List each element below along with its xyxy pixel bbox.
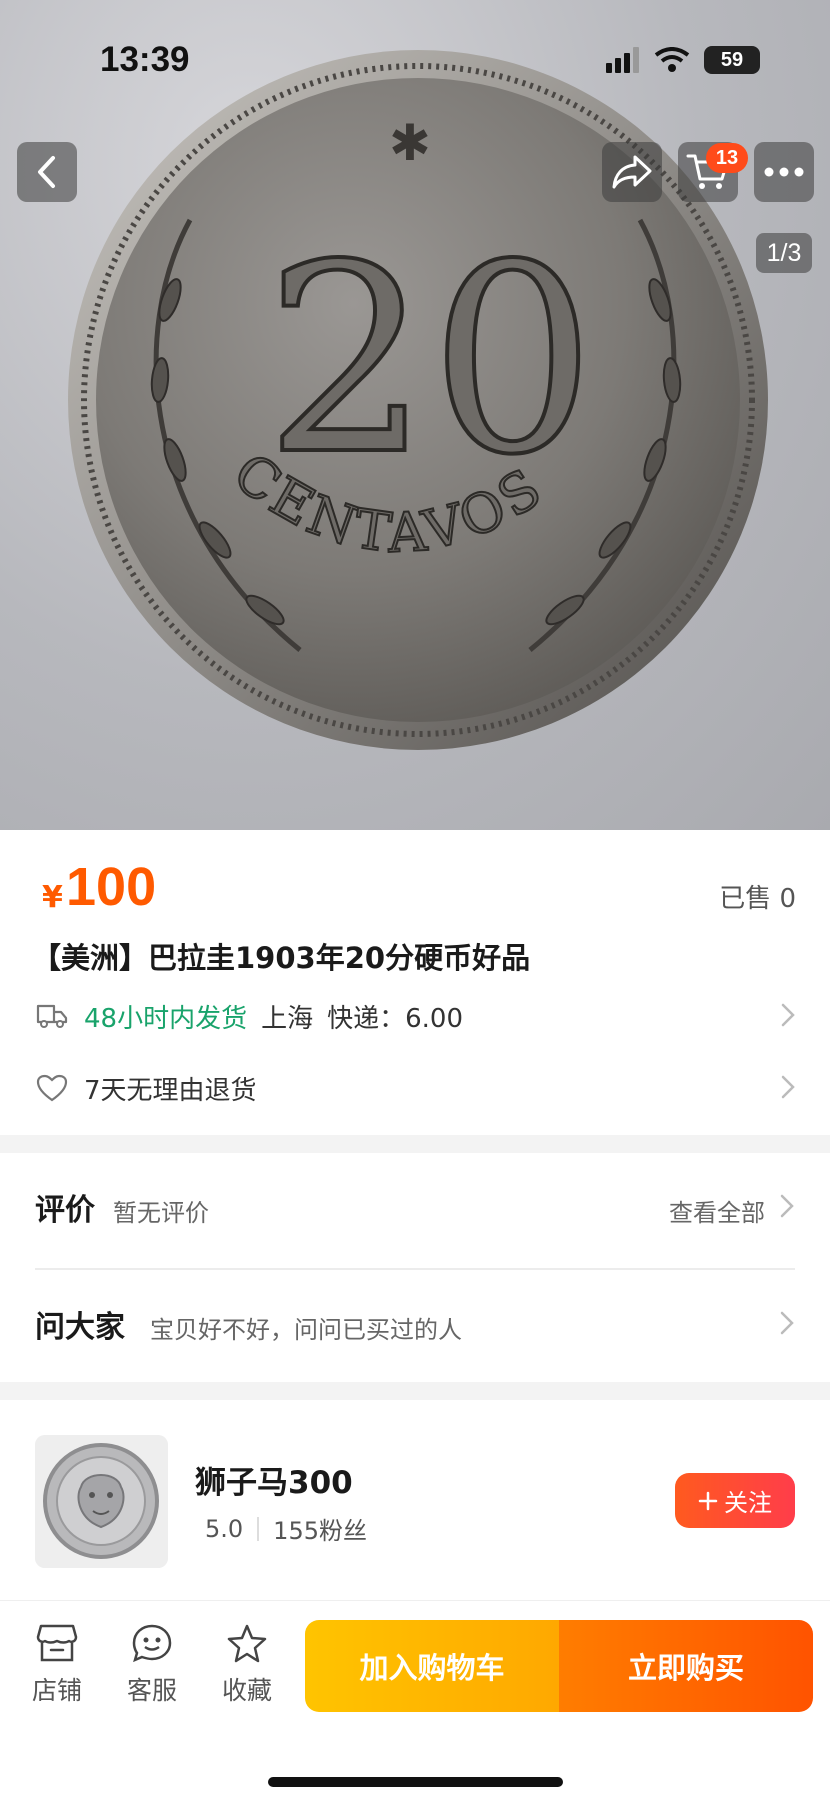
follow-label: 关注: [724, 1490, 772, 1517]
chevron-right-icon: [781, 1075, 795, 1099]
section-divider: [0, 1135, 830, 1153]
favorite-label: 收藏: [221, 1676, 272, 1705]
shipping-time: 48小时内发货: [84, 1003, 248, 1034]
star-icon: [227, 1624, 267, 1663]
share-icon: [612, 155, 652, 189]
bottom-action-bar: 店铺 客服 收藏 加入购物车 立即购买: [0, 1600, 830, 1800]
price-value: 100: [66, 857, 157, 917]
store-label: 店铺: [31, 1676, 82, 1705]
shop-card[interactable]: 狮子马300 5.0 155粉丝 关注: [35, 1435, 795, 1569]
sold-count: 已售 0: [719, 884, 796, 914]
shipping-fee: 快递：6.00: [327, 1003, 464, 1034]
store-tab[interactable]: 店铺: [22, 1623, 92, 1713]
store-icon: [36, 1624, 78, 1662]
svg-text:✱: ✱: [389, 114, 431, 172]
meta-separator: [257, 1516, 260, 1541]
status-icons: 59: [606, 46, 760, 74]
share-button[interactable]: [602, 142, 662, 202]
ask-prompt: 宝贝好不好，问问已买过的人: [150, 1316, 462, 1344]
home-indicator: [268, 1777, 563, 1787]
shop-followers: 155粉丝: [273, 1517, 367, 1545]
back-button[interactable]: [17, 142, 77, 202]
row-divider: [35, 1268, 795, 1270]
product-title: 【美洲】巴拉圭1903年20分硬币好品: [32, 941, 531, 975]
more-button[interactable]: [754, 142, 814, 202]
shipping-row[interactable]: 48小时内发货 上海 快递：6.00: [36, 994, 796, 1038]
ask-title: 问大家: [35, 1310, 125, 1345]
section-divider: [0, 1382, 830, 1400]
shipping-location: 上海: [261, 1003, 314, 1034]
svg-text:20: 20: [265, 210, 596, 512]
reviews-title: 评价: [35, 1193, 95, 1228]
status-time: 13:39: [100, 40, 190, 79]
buy-now-button[interactable]: 立即购买: [559, 1620, 813, 1712]
signal-icon: [606, 47, 639, 73]
ask-row[interactable]: 问大家 宝贝好不好，问问已买过的人: [35, 1302, 795, 1352]
product-image-gallery[interactable]: ✱ 20 CENTAVOS 13:39 59 13 1/3: [0, 0, 830, 830]
battery-icon: 59: [704, 46, 760, 74]
reviews-row[interactable]: 评价 暂无评价 查看全部: [35, 1185, 795, 1235]
service-label: 客服: [126, 1676, 177, 1705]
chevron-right-icon: [780, 1194, 794, 1218]
shop-avatar[interactable]: [35, 1435, 168, 1568]
chevron-left-icon: [38, 156, 55, 188]
price-currency: ¥: [42, 880, 63, 915]
favorite-tab[interactable]: 收藏: [212, 1623, 282, 1713]
silver-coin-image: [35, 1435, 168, 1568]
return-policy-row[interactable]: 7天无理由退货: [36, 1066, 796, 1110]
add-to-cart-button[interactable]: 加入购物车: [305, 1620, 559, 1712]
shop-rating: 5.0: [205, 1514, 244, 1543]
plus-icon: [698, 1491, 718, 1510]
image-page-indicator: 1/3: [756, 233, 812, 273]
status-bar: 13:39 59: [0, 0, 830, 120]
truck-icon: [36, 1004, 68, 1028]
reviews-summary: 暂无评价: [113, 1199, 209, 1227]
chat-face-icon: [132, 1624, 172, 1663]
shop-name[interactable]: 狮子马300: [195, 1457, 353, 1502]
chevron-right-icon: [781, 1003, 795, 1027]
coin-photo: ✱ 20 CENTAVOS: [68, 50, 768, 750]
customer-service-tab[interactable]: 客服: [117, 1623, 187, 1713]
wifi-icon: [654, 47, 690, 72]
reviews-view-all[interactable]: 查看全部: [669, 1193, 765, 1228]
heart-shield-icon: [36, 1074, 68, 1102]
more-icon: [764, 167, 804, 177]
price-row: ¥ 100 已售 0: [36, 857, 796, 918]
shop-meta: 5.0 155粉丝: [205, 1511, 367, 1546]
cart-count-badge: 13: [706, 143, 748, 173]
return-policy-text: 7天无理由退货: [84, 1075, 257, 1106]
chevron-right-icon: [780, 1311, 794, 1335]
follow-button[interactable]: 关注: [675, 1473, 795, 1528]
